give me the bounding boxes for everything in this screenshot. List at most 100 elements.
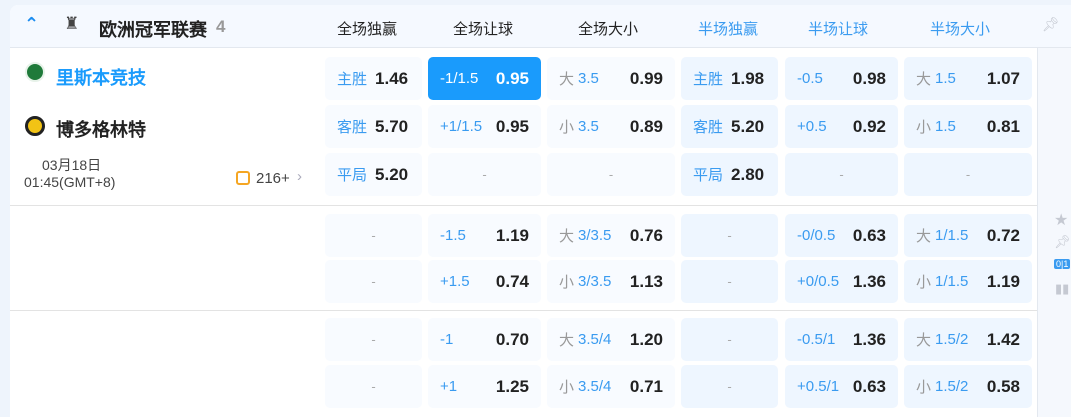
odds-cell[interactable]: 平局 5.20 <box>325 153 422 196</box>
odds-cell[interactable]: +0/0.5 1.36 <box>785 260 898 303</box>
odds-label: 平局 <box>693 167 724 184</box>
column-header: 全场让球 <box>452 21 513 38</box>
odds-label: -0/0.5 <box>797 227 836 244</box>
line-value: 1/1.5 <box>935 273 969 290</box>
odds-cell[interactable]: - <box>325 260 422 303</box>
odds-value: 1.19 <box>495 225 529 245</box>
odds-value: 0.58 <box>986 376 1020 396</box>
home-team-name[interactable]: 里斯本竞技 <box>56 64 146 90</box>
more-markets-count[interactable]: 216+ <box>256 170 290 187</box>
odds-cell[interactable]: +1.5 0.74 <box>428 260 541 303</box>
odds-cell[interactable]: 平局 2.80 <box>681 153 778 196</box>
away-team-name[interactable]: 博多格林特 <box>56 116 146 142</box>
odds-cell[interactable]: -1.5 1.19 <box>428 214 541 257</box>
odds-cell[interactable]: - <box>904 153 1032 196</box>
odds-cell[interactable]: - <box>325 365 422 408</box>
odds-cell[interactable]: - <box>428 153 541 196</box>
score-badge[interactable]: 0|1 <box>1054 259 1071 269</box>
over-under-label: 大 <box>916 332 932 349</box>
odds-cell[interactable]: - <box>681 318 778 361</box>
column-header: 半场让球 <box>807 21 868 38</box>
odds-value: 0.95 <box>495 68 529 88</box>
chevron-right-icon[interactable]: › <box>297 168 302 185</box>
odds-value: 1.98 <box>731 68 765 88</box>
odds-cell[interactable]: - <box>325 318 422 361</box>
empty-odds: - <box>371 274 376 289</box>
pin-icon[interactable]: 📌︎ <box>1042 16 1060 33</box>
empty-odds: - <box>371 228 376 243</box>
line-value: 1.5/2 <box>935 331 969 348</box>
empty-odds: - <box>965 167 971 182</box>
odds-cell[interactable]: 大 3.5 0.99 <box>547 57 675 100</box>
odds-value: 1.20 <box>629 329 663 349</box>
odds-cell[interactable]: - <box>681 365 778 408</box>
odds-cell[interactable]: -1 0.70 <box>428 318 541 361</box>
odds-cell[interactable]: - <box>547 153 675 196</box>
odds-value: 1.25 <box>495 376 529 396</box>
odds-cell[interactable]: 小 3/3.5 1.13 <box>547 260 675 303</box>
odds-value: 0.63 <box>852 225 886 245</box>
empty-odds: - <box>371 332 376 347</box>
odds-cell[interactable]: 小 1/1.5 1.19 <box>904 260 1032 303</box>
column-header: 半场独赢 <box>697 21 758 38</box>
odds-cell[interactable]: - <box>325 214 422 257</box>
odds-cell[interactable]: 客胜 5.70 <box>325 105 422 148</box>
odds-cell[interactable]: - <box>681 214 778 257</box>
odds-cell[interactable]: -0.5/1 1.36 <box>785 318 898 361</box>
line-value: 3.5 <box>578 70 599 87</box>
odds-cell[interactable]: 大 1/1.5 0.72 <box>904 214 1032 257</box>
odds-cell[interactable]: 大 3.5/4 1.20 <box>547 318 675 361</box>
line-value: 1.5 <box>935 118 956 135</box>
odds-label: +0/0.5 <box>797 273 840 290</box>
odds-cell[interactable]: 大 1.5/2 1.42 <box>904 318 1032 361</box>
odds-cell[interactable]: 小 3.5/4 0.71 <box>547 365 675 408</box>
pin-icon[interactable]: 📌︎ <box>1054 234 1071 250</box>
odds-value: 0.89 <box>629 116 663 136</box>
over-under-label: 大 <box>559 71 575 88</box>
odds-value: 0.99 <box>629 68 663 88</box>
odds-cell[interactable]: -0/0.5 0.63 <box>785 214 898 257</box>
match-time: 01:45(GMT+8) <box>24 174 116 190</box>
odds-cell[interactable]: 主胜 1.46 <box>325 57 422 100</box>
odds-cell[interactable]: 大 3/3.5 0.76 <box>547 214 675 257</box>
odds-cell[interactable]: 小 3.5 0.89 <box>547 105 675 148</box>
chevron-up-icon[interactable]: ⌃ <box>24 14 39 35</box>
odds-label: -1/1.5 <box>440 70 479 87</box>
odds-cell[interactable]: 主胜 1.98 <box>681 57 778 100</box>
empty-odds: - <box>727 379 732 394</box>
odds-cell[interactable]: +0.5/1 0.63 <box>785 365 898 408</box>
empty-odds: - <box>839 167 844 182</box>
odds-label: -0.5/1 <box>797 331 836 348</box>
odds-cell[interactable]: -0.5 0.98 <box>785 57 898 100</box>
odds-value: 0.95 <box>495 116 529 136</box>
odds-value: 1.07 <box>986 68 1020 88</box>
odds-value: 1.13 <box>629 271 663 291</box>
odds-cell[interactable]: +1/1.5 0.95 <box>428 105 541 148</box>
column-header: 全场大小 <box>577 21 638 38</box>
odds-cell[interactable]: -1/1.5 0.95 <box>428 57 541 100</box>
away-team-logo <box>25 116 45 136</box>
trophy-icon: ♜ <box>64 14 80 33</box>
star-icon[interactable]: ★ <box>1054 210 1068 230</box>
league-count: 4 <box>216 17 226 36</box>
odds-cell[interactable]: 小 1.5/2 0.58 <box>904 365 1032 408</box>
odds-cell[interactable]: +1 1.25 <box>428 365 541 408</box>
odds-label: 客胜 <box>693 119 724 136</box>
odds-cell[interactable]: 小 1.5 0.81 <box>904 105 1032 148</box>
odds-cell[interactable]: 大 1.5 1.07 <box>904 57 1032 100</box>
odds-cell[interactable]: - <box>785 153 898 196</box>
odds-cell[interactable]: 客胜 5.20 <box>681 105 778 148</box>
odds-value: 1.42 <box>986 329 1020 349</box>
line-value: 3.5/4 <box>578 378 612 395</box>
line-value: 1.5 <box>935 70 956 87</box>
empty-odds: - <box>727 228 732 243</box>
league-name[interactable]: 欧洲冠军联赛 <box>99 16 207 42</box>
odds-cell[interactable]: +0.5 0.92 <box>785 105 898 148</box>
over-under-label: 小 <box>559 379 575 396</box>
odds-value: 0.71 <box>629 376 663 396</box>
odds-value: 0.74 <box>495 271 529 291</box>
odds-value: 2.80 <box>731 164 765 184</box>
odds-value: 1.19 <box>986 271 1020 291</box>
chart-icon[interactable]: ▮▮ <box>1055 281 1069 297</box>
odds-cell[interactable]: - <box>681 260 778 303</box>
